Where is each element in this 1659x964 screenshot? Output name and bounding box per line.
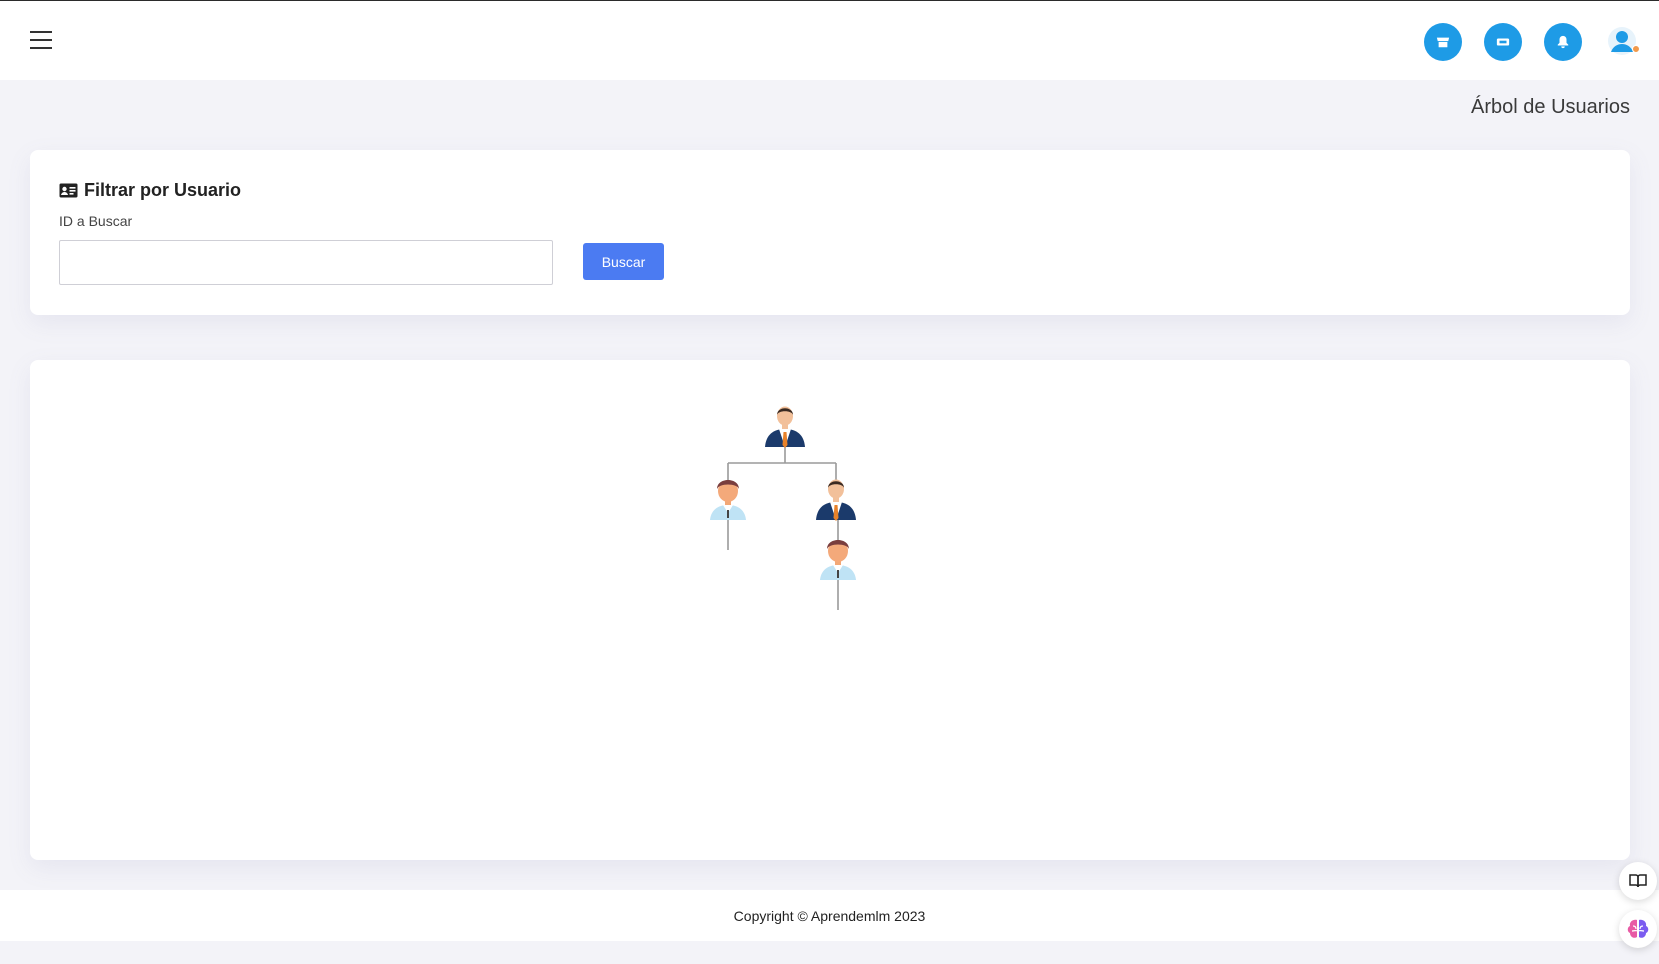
tree-node-child-left[interactable] [710,480,746,520]
brain-icon[interactable] [1619,910,1657,948]
user-tree [710,406,856,610]
book-icon[interactable] [1619,862,1657,900]
tree-connectors [727,447,839,610]
copyright-text: Copyright © Aprendemlm 2023 [733,907,926,924]
id-card-icon [59,183,78,198]
tree-node-child-right[interactable] [816,479,856,522]
bell-icon[interactable] [1544,23,1582,61]
id-field-label: ID a Buscar [59,213,133,229]
status-dot [1632,45,1640,53]
buscar-button[interactable]: Buscar [583,243,664,280]
hamburger-icon[interactable] [30,31,52,51]
page-title: Árbol de Usuarios [1471,96,1630,118]
user-tree-card [30,360,1630,860]
tree-node-root[interactable] [765,406,805,449]
user-avatar-icon[interactable] [1602,21,1642,61]
id-search-input[interactable] [59,240,553,285]
filter-title-text: Filtrar por Usuario [84,180,242,200]
store-icon[interactable] [1424,23,1462,61]
top-navbar [0,1,1659,80]
tree-node-grandchild[interactable] [820,540,856,580]
footer: Copyright © Aprendemlm 2023 [0,890,1659,941]
filter-card: Filtrar por Usuario ID a Buscar Buscar [30,150,1630,315]
filter-title: Filtrar por Usuario [59,180,241,201]
ticket-icon[interactable] [1484,23,1522,61]
